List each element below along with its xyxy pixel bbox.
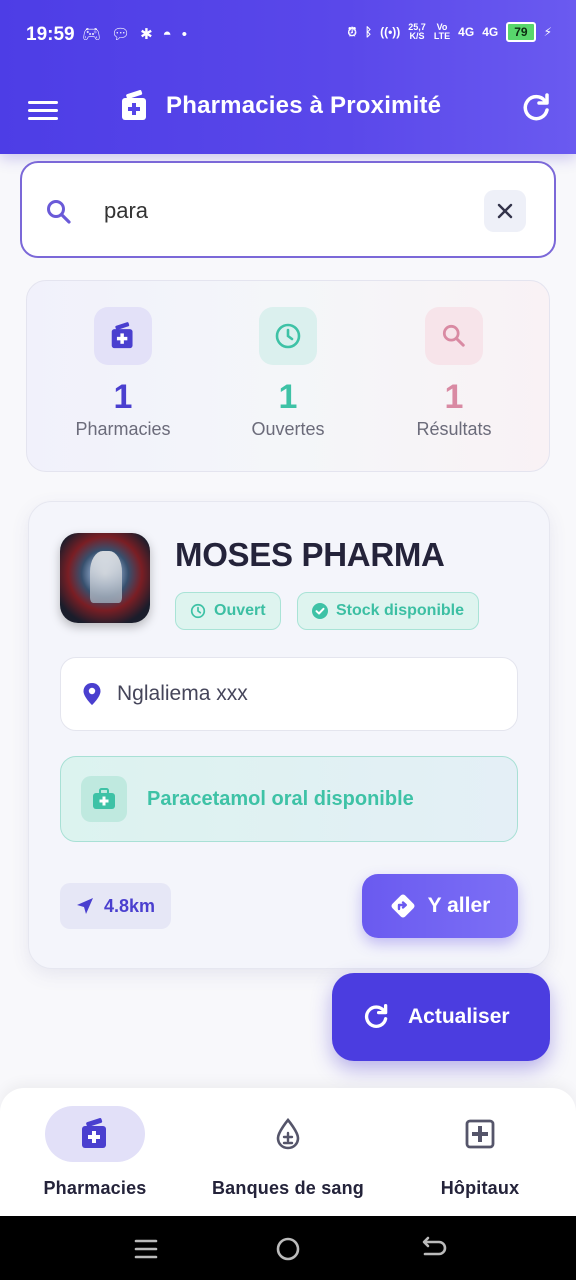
signal-4g-2: 4G [482, 25, 499, 39]
nav-blood-banks-icon-wrap [238, 1106, 338, 1162]
medical-bag-icon [93, 788, 115, 809]
search-bar [20, 161, 556, 258]
hospital-plus-icon [465, 1119, 495, 1149]
stat-pharmacy-icon-box [94, 307, 152, 365]
stat-pharmacies-label: Pharmacies [75, 419, 171, 439]
net-speed: 25,7 K/S [408, 23, 426, 41]
refresh-fab[interactable]: Actualiser [332, 973, 550, 1061]
menu-icon-line [28, 109, 58, 112]
header: 19:59 🎮︎ 💬︎ ✱ ◓ • ⏰︎ ᛒ ((•)) 25,7 K/S Vo… [0, 0, 576, 154]
status-bar: 19:59 🎮︎ 💬︎ ✱ ◓ • ⏰︎ ᛒ ((•)) 25,7 K/S Vo… [0, 0, 576, 72]
directions-icon [391, 894, 415, 918]
stats-card: 1 Pharmacies 1 Ouvertes 1 Résultats [26, 280, 550, 472]
pharmacy-avatar [60, 533, 150, 623]
pharmacy-icon [82, 1118, 106, 1148]
charging-icon: ⚡︎ [543, 25, 552, 39]
chat-bubble-icon: 💬︎ [111, 26, 131, 43]
clock-icon [190, 603, 206, 619]
system-navigation-bar [0, 1216, 576, 1280]
hotspot-icon: ((•)) [380, 25, 401, 39]
bluetooth-icon: ᛒ [364, 25, 373, 39]
status-system-icons: ⏰︎ ᛒ ((•)) 25,7 K/S Vo LTE 4G 4G 79 ⚡︎ [348, 22, 552, 42]
directions-button[interactable]: Y aller [362, 874, 518, 938]
status-time: 19:59 [26, 24, 75, 45]
pharmacy-icon [111, 322, 133, 349]
stat-open: 1 Ouvertes [203, 307, 373, 440]
back-icon[interactable] [417, 1234, 447, 1264]
volte-bottom: LTE [433, 31, 451, 41]
app-bar: Pharmacies à Proximité [0, 72, 576, 154]
net-speed-unit: K/S [409, 31, 425, 41]
stat-clock-icon-box [259, 307, 317, 365]
distance-text: 4.8km [104, 895, 156, 916]
menu-icon-line [28, 101, 58, 104]
nav-pharmacies-icon-wrap [45, 1106, 145, 1162]
stock-badge-text: Stock disponible [336, 602, 465, 619]
pharmacy-icon [122, 90, 146, 120]
stat-results-value: 1 [444, 378, 464, 416]
game-controller-icon: 🎮︎ [82, 26, 102, 43]
battery-icon: 79 [506, 22, 536, 42]
page-title: Pharmacies à Proximité [166, 92, 442, 119]
status-notification-icons: 🎮︎ 💬︎ ✱ ◓ • [82, 26, 187, 44]
check-circle-icon [312, 603, 328, 619]
nav-hospitals-icon-wrap [430, 1106, 530, 1162]
bug-icon: ✱ [140, 26, 153, 43]
volte-indicator: Vo LTE [434, 23, 450, 41]
bottom-navigation: Pharmacies Banques de sang Hôpitaux [0, 1088, 576, 1216]
stat-search-icon-box [425, 307, 483, 365]
search-icon [47, 200, 71, 224]
clear-search-button[interactable] [484, 190, 526, 232]
nav-item-pharmacies[interactable]: Pharmacies [0, 1106, 190, 1199]
stat-open-label: Ouvertes [251, 419, 325, 439]
nav-blood-banks-label: Banques de sang [211, 1178, 365, 1198]
refresh-icon[interactable] [520, 92, 552, 124]
clock-icon [275, 323, 301, 349]
stat-results-label: Résultats [416, 419, 492, 439]
medical-bag-icon-box [81, 776, 127, 822]
nav-hospitals-label: Hôpitaux [440, 1178, 520, 1198]
recent-apps-icon[interactable] [131, 1234, 161, 1264]
open-status-badge: Ouvert [175, 592, 281, 630]
medicine-availability-text: Paracetamol oral disponible [147, 787, 414, 810]
stat-pharmacies: 1 Pharmacies [38, 307, 208, 440]
refresh-fab-label: Actualiser [408, 1005, 510, 1028]
pharmacy-name: MOSES PHARMA [175, 536, 445, 573]
nav-pharmacies-label: Pharmacies [43, 1178, 147, 1198]
search-icon [442, 324, 465, 347]
navigation-arrow-icon [77, 898, 93, 914]
refresh-icon [364, 1003, 388, 1028]
menu-icon-line [28, 117, 58, 120]
pharmacy-card[interactable]: MOSES PHARMA Ouvert Stock disponible Ngl… [28, 501, 550, 969]
directions-button-label: Y aller [427, 894, 491, 917]
address-text: Nglaliema xxx [117, 682, 248, 705]
stock-badge: Stock disponible [297, 592, 480, 630]
search-input[interactable] [104, 193, 464, 229]
distance-badge: 4.8km [60, 883, 172, 929]
nav-item-blood-banks[interactable]: Banques de sang [193, 1106, 383, 1199]
title-wrap: Pharmacies à Proximité [120, 90, 441, 122]
location-pin-icon [83, 683, 101, 705]
stat-pharmacies-value: 1 [113, 378, 133, 416]
dot-icon: • [181, 26, 187, 43]
home-icon[interactable] [273, 1234, 303, 1264]
alarm-icon: ⏰︎ [347, 24, 357, 39]
stat-open-value: 1 [278, 378, 298, 416]
nav-item-hospitals[interactable]: Hôpitaux [385, 1106, 575, 1199]
address-box: Nglaliema xxx [60, 657, 518, 731]
menu-button[interactable] [28, 96, 62, 130]
blood-drop-icon [276, 1118, 300, 1150]
close-icon [497, 203, 513, 219]
open-status-text: Ouvert [214, 602, 266, 619]
medicine-availability-box: Paracetamol oral disponible [60, 756, 518, 842]
circle-app-icon: ◓ [162, 26, 172, 43]
stat-results: 1 Résultats [369, 307, 539, 440]
signal-4g-1: 4G [458, 25, 475, 39]
